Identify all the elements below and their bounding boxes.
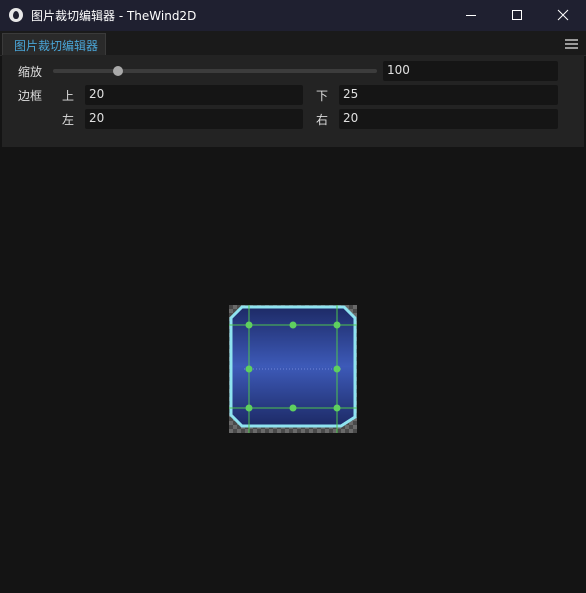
border-right-value: 20 <box>343 111 359 125</box>
maximize-icon <box>512 10 522 20</box>
minimize-icon <box>466 15 476 16</box>
zoom-label: 缩放 <box>18 65 43 79</box>
handle-right[interactable] <box>333 365 341 373</box>
border-right-input[interactable]: 20 <box>339 109 558 129</box>
border-top-label: 上 <box>62 89 75 103</box>
tab-image-crop-editor[interactable]: 图片裁切编辑器 <box>2 33 106 55</box>
handle-top-right[interactable] <box>333 321 341 329</box>
tab-bar: 图片裁切编辑器 <box>0 31 586 56</box>
handle-bottom-right[interactable] <box>333 404 341 412</box>
handle-bottom[interactable] <box>289 404 297 412</box>
image-preview <box>229 305 357 433</box>
handle-top-left[interactable] <box>245 321 253 329</box>
hamburger-menu-icon[interactable] <box>565 39 578 50</box>
border-top-value: 20 <box>89 87 105 101</box>
zoom-value: 100 <box>387 63 410 77</box>
border-bottom-label: 下 <box>316 89 329 103</box>
handle-left[interactable] <box>245 365 253 373</box>
border-left-label: 左 <box>62 113 75 127</box>
border-left-input[interactable]: 20 <box>85 109 303 129</box>
title-bar: 图片裁切编辑器 - TheWind2D <box>0 0 586 31</box>
zoom-slider-handle[interactable] <box>112 66 123 76</box>
border-left-value: 20 <box>89 111 105 125</box>
handle-top[interactable] <box>289 321 297 329</box>
close-icon <box>557 9 569 21</box>
border-right-label: 右 <box>316 113 329 127</box>
zoom-slider[interactable] <box>53 69 377 73</box>
border-bottom-value: 25 <box>343 87 359 101</box>
crop-preview-canvas[interactable] <box>229 305 357 433</box>
close-button[interactable] <box>540 0 586 31</box>
maximize-button[interactable] <box>494 0 540 31</box>
border-bottom-input[interactable]: 25 <box>339 85 558 105</box>
zoom-input[interactable]: 100 <box>383 61 558 81</box>
window-title: 图片裁切编辑器 - TheWind2D <box>31 9 197 23</box>
border-label: 边框 <box>18 89 43 103</box>
app-logo-icon <box>9 8 23 22</box>
minimize-button[interactable] <box>448 0 494 31</box>
handle-bottom-left[interactable] <box>245 404 253 412</box>
border-top-input[interactable]: 20 <box>85 85 303 105</box>
tab-label: 图片裁切编辑器 <box>14 39 99 53</box>
